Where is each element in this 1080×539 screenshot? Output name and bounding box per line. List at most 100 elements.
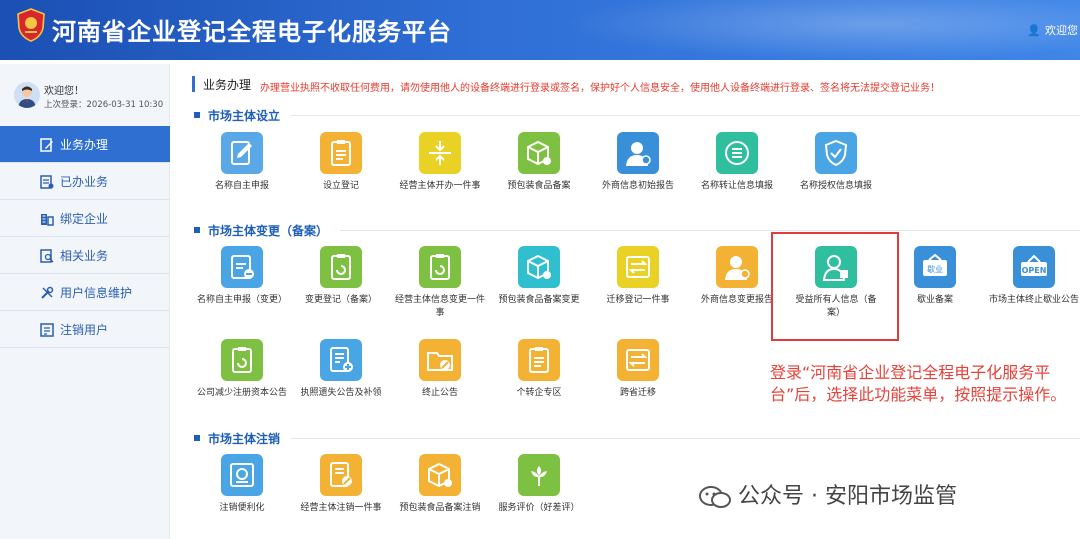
cancel-stamp-icon [230, 463, 254, 487]
sidebar-item-bind[interactable]: 绑定企业 [0, 200, 170, 237]
clipboard-icon [529, 347, 549, 373]
tile-label: 名称转让信息填报 [700, 181, 773, 191]
section-bullet [194, 111, 200, 118]
sidebar-item-done[interactable]: 已办业务 [0, 163, 170, 200]
sidebar-item-logout[interactable]: 注销用户 [0, 311, 170, 348]
clipboard-icon [331, 140, 351, 166]
tile-label: 预包装食品备案注销 [399, 503, 481, 513]
main-content: 业务办理 办理营业执照不收取任何费用，请勿使用他人的设备终端进行登录或签名，保护… [180, 64, 1080, 539]
tile-cross-province[interactable]: 跨省迁移 [593, 339, 683, 400]
person-icon [725, 256, 750, 280]
tile-capital-reduction[interactable]: 公司减少注册资本公告 [197, 339, 287, 400]
clipboard-refresh-icon [331, 254, 351, 280]
done-doc-icon [40, 175, 54, 189]
tile-individual-to-enterprise[interactable]: 个转企专区 [494, 339, 584, 400]
header-welcome-text: 欢迎您 [1045, 24, 1078, 37]
tile-name-declare[interactable]: 名称自主申报 [197, 132, 287, 193]
tile-icon-bg [320, 454, 362, 496]
tile-label: 服务评价（好差评） [498, 503, 580, 513]
sidebar-item-label: 业务办理 [60, 137, 109, 152]
package-icon [428, 462, 452, 488]
tile-label: 终止公告 [421, 388, 458, 398]
watermark: 公众号 · 安阳市场监管 [698, 478, 957, 510]
tile-foreign-initial[interactable]: 外商信息初始报告 [593, 132, 683, 193]
tile-label: 预包装食品备案 [507, 181, 571, 191]
sidebar-item-related[interactable]: 相关业务 [0, 237, 170, 274]
tile-icon-bg: OPEN [1013, 246, 1055, 288]
tile-label: 个转企专区 [516, 388, 562, 398]
tile-food-filing[interactable]: 预包装食品备案 [494, 132, 584, 193]
tile-cancel-convenience[interactable]: 注销便利化 [197, 454, 287, 515]
sidebar-item-label: 相关业务 [60, 248, 109, 263]
user-info: 欢迎您！ 上次登录：2026-03-31 10:30 [0, 72, 170, 122]
tile-suspend-filing[interactable]: 歇业 歇业备案 [890, 246, 980, 307]
transfer-icon [626, 349, 650, 371]
tile-icon-bg [617, 246, 659, 288]
tile-food-filing-cancel[interactable]: 预包装食品备案注销 [395, 454, 485, 515]
tile-label: 执照遗失公告及补领 [300, 388, 382, 398]
tile-label: 经营主体开办一件事 [399, 181, 481, 191]
watermark-text: 公众号 · 安阳市场监管 [738, 484, 957, 509]
top-header: 河南省企业登记全程电子化服务平台 👤 欢迎您 [0, 0, 1080, 60]
merge-arrows-icon [429, 141, 451, 165]
tile-label: 经营主体信息变更一件事 [395, 295, 486, 318]
section-bullet [194, 434, 200, 441]
wechat-icon [699, 486, 731, 508]
sidebar-menu: 业务办理 已办业务 绑定企业 相关业务 用户信息维护 注销用户 [0, 126, 170, 348]
header-welcome[interactable]: 👤 欢迎您 [1027, 22, 1078, 38]
sidebar-item-label: 已办业务 [60, 174, 109, 189]
sidebar-item-business[interactable]: 业务办理 [0, 126, 170, 163]
tile-icon-bg [815, 132, 857, 174]
tile-service-evaluation[interactable]: 服务评价（好差评） [494, 454, 584, 515]
related-doc-icon [40, 249, 54, 263]
tile-establish-registration[interactable]: 设立登记 [296, 132, 386, 193]
section-title-establish: 市场主体设立 [194, 107, 280, 124]
sidebar-item-user-info[interactable]: 用户信息维护 [0, 274, 170, 311]
section-title-text: 市场主体变更（备案） [208, 224, 329, 238]
building-icon [41, 214, 54, 226]
tile-label: 名称自主申报（变更） [197, 295, 288, 305]
document-cancel-icon [330, 462, 352, 487]
open-word: OPEN [1022, 266, 1047, 275]
warning-notice: 办理营业执照不收取任何费用，请勿使用他人的设备终端进行登录或签名，保护好个人信息… [260, 83, 940, 94]
tile-icon-bg [221, 246, 263, 288]
tile-label: 设立登记 [322, 181, 359, 191]
tile-one-thing-change[interactable]: 经营主体信息变更一件事 [395, 246, 485, 320]
tile-one-thing-cancel[interactable]: 经营主体注销一件事 [296, 454, 386, 515]
tile-license-lost[interactable]: 执照遗失公告及补领 [296, 339, 386, 400]
tile-migration[interactable]: 迁移登记一件事 [593, 246, 683, 307]
tile-name-declare-change[interactable]: 名称自主申报（变更） [197, 246, 287, 307]
tools-icon [41, 286, 54, 299]
tile-icon-bg [320, 246, 362, 288]
suspend-sign-icon: 歇业 [923, 253, 947, 276]
tile-change-registration[interactable]: 变更登记（备案） [296, 246, 386, 307]
suspend-word: 歇业 [927, 264, 943, 274]
tile-icon-bg [716, 246, 758, 288]
hello-text: 欢迎您！ [44, 86, 84, 97]
clipboard-refresh-icon [430, 254, 450, 280]
last-login-text: 上次登录：2026-03-31 10:30 [44, 100, 164, 110]
sidebar: 欢迎您！ 上次登录：2026-03-31 10:30 业务办理 已办业务 绑定企… [0, 64, 170, 539]
header-glow [560, 0, 1080, 60]
tile-icon-bg [221, 339, 263, 381]
tile-icon-bg [221, 454, 263, 496]
tile-name-authorize[interactable]: 名称授权信息填报 [791, 132, 881, 193]
tile-name-transfer[interactable]: 名称转让信息填报 [692, 132, 782, 193]
tile-termination-notice[interactable]: 终止公告 [395, 339, 485, 400]
tile-icon-bg [518, 454, 560, 496]
tile-icon-bg [419, 246, 461, 288]
tile-foreign-change[interactable]: 外商信息变更报告 [692, 246, 782, 307]
tile-icon-bg: 歇业 [914, 246, 956, 288]
package-icon [527, 254, 551, 280]
tile-label: 歇业备案 [916, 295, 953, 305]
tile-food-filing-change[interactable]: 预包装食品备案变更 [494, 246, 584, 307]
flower-icon [531, 466, 547, 486]
tile-icon-bg [221, 132, 263, 174]
tile-one-thing-open[interactable]: 经营主体开办一件事 [395, 132, 485, 193]
document-add-icon [330, 347, 353, 372]
tile-terminate-suspend[interactable]: OPEN 市场主体终止歇业公告 [989, 246, 1079, 307]
section-title-change: 市场主体变更（备案） [194, 222, 328, 239]
tile-icon-bg [320, 132, 362, 174]
site-title: 河南省企业登记全程电子化服务平台 [52, 18, 452, 46]
avatar-icon [14, 82, 40, 108]
